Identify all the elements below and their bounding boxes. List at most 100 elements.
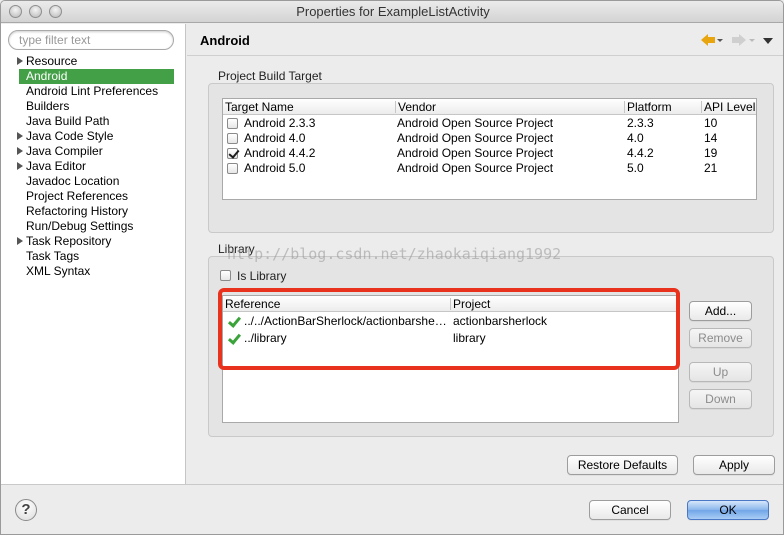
title-bar[interactable]: Properties for ExampleListActivity [1, 1, 783, 23]
target-vendor: Android Open Source Project [397, 116, 554, 130]
move-up-button[interactable]: Up [689, 362, 752, 382]
tree-item-label: Refactoring History [26, 204, 129, 218]
watermark-text: http://blog.csdn.net/zhaokaiqiang1992 [227, 245, 562, 263]
table-row[interactable]: ../library library [223, 331, 678, 346]
tree-item-android[interactable]: Android [19, 69, 174, 84]
library-reference: ../library [244, 331, 287, 345]
target-name: Android 5.0 [244, 161, 306, 175]
target-checkbox[interactable] [227, 163, 238, 174]
tree-item-builders[interactable]: Builders [1, 99, 186, 114]
expand-arrow-icon[interactable] [17, 57, 23, 65]
tree-item-resource[interactable]: Resource [1, 54, 186, 69]
target-api-level: 10 [704, 116, 718, 130]
target-platform: 4.4.2 [627, 146, 654, 160]
filter-input[interactable] [8, 30, 174, 50]
view-menu-icon[interactable] [763, 38, 773, 44]
target-checkbox[interactable] [227, 148, 238, 159]
tree-item-label: XML Syntax [26, 264, 91, 278]
library-project: actionbarsherlock [453, 314, 548, 328]
tree-item-label: Task Repository [26, 234, 112, 248]
green-check-icon [227, 316, 240, 327]
bottom-divider [1, 484, 783, 485]
tree-item-label: Project References [26, 189, 129, 203]
table-row[interactable]: Android 4.4.2 Android Open Source Projec… [223, 146, 756, 161]
expand-arrow-icon[interactable] [17, 147, 23, 155]
expand-arrow-icon[interactable] [17, 237, 23, 245]
table-row[interactable]: Android 2.3.3 Android Open Source Projec… [223, 116, 756, 131]
target-api-level: 19 [704, 146, 718, 160]
target-vendor: Android Open Source Project [397, 161, 554, 175]
help-icon[interactable]: ? [15, 499, 37, 521]
tree-item-javadoc-location[interactable]: Javadoc Location [1, 174, 186, 189]
table-row[interactable]: Android 4.0 Android Open Source Project … [223, 131, 756, 146]
library-reference-table[interactable]: Reference Project ../../ActionBarSherloc… [222, 295, 679, 423]
column-header-target-name[interactable]: Target Name [223, 100, 393, 114]
tree-item-xml-syntax[interactable]: XML Syntax [1, 264, 186, 279]
tree-item-android-lint-preferences[interactable]: Android Lint Preferences [1, 84, 186, 99]
tree-item-run-debug-settings[interactable]: Run/Debug Settings [1, 219, 186, 234]
table-row[interactable]: ../../ActionBarSherlock/actionbarsherloc… [223, 314, 678, 329]
tree-item-label: Resource [26, 54, 78, 68]
tree-item-label: Java Editor [26, 159, 87, 173]
column-header-project[interactable]: Project [451, 297, 677, 311]
library-table-header: Reference Project [223, 296, 678, 312]
tree-item-label: Java Compiler [26, 144, 103, 158]
apply-button[interactable]: Apply [693, 455, 775, 475]
page-header: Android [187, 24, 783, 56]
tree-item-java-compiler[interactable]: Java Compiler [1, 144, 186, 159]
tree-item-java-code-style[interactable]: Java Code Style [1, 129, 186, 144]
forward-history-dropdown-icon[interactable] [749, 39, 755, 42]
cancel-button[interactable]: Cancel [589, 500, 671, 520]
column-header-reference[interactable]: Reference [223, 297, 449, 311]
tree-item-java-editor[interactable]: Java Editor [1, 159, 186, 174]
target-name: Android 2.3.3 [244, 116, 316, 130]
target-checkbox[interactable] [227, 118, 238, 129]
tree-item-label: Run/Debug Settings [26, 219, 134, 233]
ok-button[interactable]: OK [687, 500, 769, 520]
table-row[interactable]: Android 5.0 Android Open Source Project … [223, 161, 756, 176]
target-platform: 5.0 [627, 161, 644, 175]
tree-item-label: Java Build Path [26, 114, 110, 128]
build-target-group-label: Project Build Target [218, 69, 322, 83]
column-header-api-level[interactable]: API Level [702, 100, 756, 114]
library-reference: ../../ActionBarSherlock/actionbarsherloc… [244, 314, 450, 328]
target-checkbox[interactable] [227, 133, 238, 144]
back-arrow-icon[interactable] [701, 34, 715, 46]
target-vendor: Android Open Source Project [397, 146, 554, 160]
remove-library-button[interactable]: Remove [689, 328, 752, 348]
is-library-checkbox[interactable] [220, 270, 231, 281]
tree-item-label: Android [26, 69, 68, 83]
tree-item-label: Android Lint Preferences [26, 84, 159, 98]
expand-arrow-icon[interactable] [17, 162, 23, 170]
column-header-platform[interactable]: Platform [625, 100, 701, 114]
expand-arrow-icon[interactable] [17, 132, 23, 140]
window-title: Properties for ExampleListActivity [296, 4, 490, 19]
target-name: Android 4.4.2 [244, 146, 316, 160]
build-target-table[interactable]: Target Name Vendor Platform API Level An… [222, 98, 757, 200]
tree-item-task-repository[interactable]: Task Repository [1, 234, 186, 249]
tree-item-label: Javadoc Location [26, 174, 120, 188]
back-history-dropdown-icon[interactable] [717, 39, 723, 42]
preference-tree: Resource Android Android Lint Preference… [1, 54, 186, 279]
tree-item-task-tags[interactable]: Task Tags [1, 249, 186, 264]
properties-window: Properties for ExampleListActivity Resou… [0, 0, 784, 535]
target-name: Android 4.0 [244, 131, 306, 145]
page-title: Android [200, 33, 250, 48]
move-down-button[interactable]: Down [689, 389, 752, 409]
column-header-vendor[interactable]: Vendor [396, 100, 624, 114]
tree-item-label: Builders [26, 99, 70, 113]
add-library-button[interactable]: Add... [689, 301, 752, 321]
target-platform: 2.3.3 [627, 116, 654, 130]
target-vendor: Android Open Source Project [397, 131, 554, 145]
forward-arrow-icon[interactable] [732, 34, 746, 46]
tree-item-refactoring-history[interactable]: Refactoring History [1, 204, 186, 219]
tree-item-java-build-path[interactable]: Java Build Path [1, 114, 186, 129]
is-library-label: Is Library [237, 269, 287, 283]
build-target-table-header: Target Name Vendor Platform API Level [223, 99, 756, 115]
target-platform: 4.0 [627, 131, 644, 145]
library-project: library [453, 331, 486, 345]
target-api-level: 21 [704, 161, 718, 175]
restore-defaults-button[interactable]: Restore Defaults [567, 455, 678, 475]
tree-item-project-references[interactable]: Project References [1, 189, 186, 204]
tree-item-label: Java Code Style [26, 129, 114, 143]
